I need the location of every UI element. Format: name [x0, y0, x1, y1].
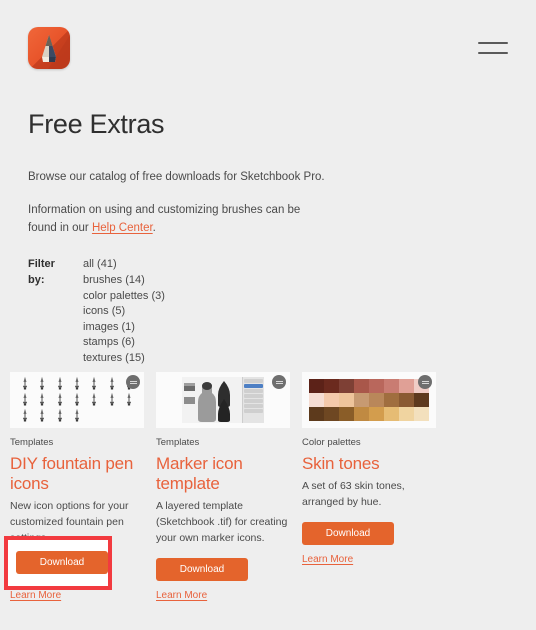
nib-icon	[21, 408, 29, 428]
palette-swatch	[369, 379, 384, 393]
extras-card: Templates Marker icon template A layered…	[156, 372, 290, 603]
menu-bar-top	[478, 41, 508, 44]
card-category: Templates	[10, 437, 54, 448]
palette-swatch	[399, 379, 414, 393]
extras-card-grid: Templates DIY fountain pen icons New ico…	[0, 372, 536, 603]
platform-badge-icon	[126, 375, 140, 389]
intro-paragraph-2: Information on using and customizing bru…	[28, 202, 328, 237]
platform-badge-icon	[272, 375, 286, 389]
sketchbook-pencil-logo-icon[interactable]	[28, 26, 70, 69]
palette-swatch	[339, 379, 354, 393]
card-title[interactable]: Skin tones	[302, 454, 436, 474]
learn-more-link[interactable]: Learn More	[156, 590, 207, 601]
palette-swatch	[369, 407, 384, 421]
menu-bar-bottom	[478, 51, 508, 54]
palette-swatch	[354, 407, 369, 421]
download-button[interactable]: Download	[302, 521, 394, 545]
palette-swatch	[414, 393, 429, 407]
palette-swatch	[309, 393, 324, 407]
card-description: A layered template (Sketchbook .tif) for…	[156, 500, 288, 544]
card-title[interactable]: DIY fountain pen icons	[10, 454, 144, 494]
filter-option-images[interactable]: images (1)	[83, 320, 165, 336]
learn-more-link[interactable]: Learn More	[10, 590, 61, 601]
card-title[interactable]: Marker icon template	[156, 454, 290, 494]
nib-icon	[73, 408, 81, 428]
palette-swatch	[324, 407, 339, 421]
filter-option-color-palettes[interactable]: color palettes (3)	[83, 289, 165, 305]
card-thumbnail-fountain-pen-icons[interactable]	[10, 372, 144, 428]
nib-icon	[56, 408, 64, 428]
palette-swatch	[324, 393, 339, 407]
intro-paragraph-1: Browse our catalog of free downloads for…	[28, 171, 325, 183]
card-description: A set of 63 skin tones, arranged by hue.	[302, 480, 405, 509]
palette-swatch	[309, 379, 324, 393]
help-center-link[interactable]: Help Center	[92, 222, 153, 234]
nib-icon	[38, 408, 46, 428]
fountain-pen-nib-grid-icon	[10, 372, 144, 428]
card-description: New icon options for your customized fou…	[10, 500, 129, 544]
palette-swatch	[339, 407, 354, 421]
hamburger-menu-icon[interactable]	[478, 39, 508, 57]
palette-swatch	[384, 379, 399, 393]
filter-option-brushes[interactable]: brushes (14)	[83, 273, 165, 289]
nib-icon	[90, 392, 98, 412]
page-title: Free Extras	[28, 109, 165, 139]
filter-option-icons[interactable]: icons (5)	[83, 304, 165, 320]
download-button[interactable]: Download	[156, 557, 248, 581]
nib-icon	[108, 392, 116, 412]
intro-section: Free Extras Browse our catalog of free d…	[0, 95, 536, 237]
card-thumbnail-skin-tones[interactable]	[302, 372, 436, 428]
intro-paragraph-2-prefix: Information on using and customizing bru…	[28, 204, 301, 234]
extras-card: Color palettes Skin tones A set of 63 sk…	[302, 372, 436, 603]
intro-paragraph-2-suffix: .	[152, 221, 156, 234]
card-thumbnail-marker-icon-template[interactable]	[156, 372, 290, 428]
palette-swatch	[354, 393, 369, 407]
filter-section: Filter by: all (41) brushes (14) color p…	[0, 237, 536, 366]
palette-swatch	[384, 407, 399, 421]
palette-swatch	[369, 393, 384, 407]
download-button[interactable]: Download	[10, 557, 102, 581]
palette-swatch	[354, 379, 369, 393]
marker-shapes-layers-panel-icon	[156, 372, 290, 428]
extras-card: Templates DIY fountain pen icons New ico…	[10, 372, 144, 603]
nib-icon	[125, 392, 133, 412]
filter-option-all[interactable]: all (41)	[83, 257, 165, 273]
learn-more-link[interactable]: Learn More	[302, 554, 353, 565]
palette-swatch	[309, 407, 324, 421]
platform-badge-icon	[418, 375, 432, 389]
palette-swatch	[399, 407, 414, 421]
card-category: Templates	[156, 437, 200, 448]
card-category: Color palettes	[302, 437, 361, 448]
palette-swatch	[399, 393, 414, 407]
filter-option-textures[interactable]: textures (15)	[83, 351, 165, 367]
filter-option-stamps[interactable]: stamps (6)	[83, 335, 165, 351]
site-header	[0, 0, 536, 95]
palette-swatch	[414, 407, 429, 421]
skin-tone-swatch-grid-icon	[302, 372, 436, 428]
palette-swatch	[324, 379, 339, 393]
filter-label: Filter by:	[28, 258, 55, 287]
filter-option-list: all (41) brushes (14) color palettes (3)…	[83, 257, 165, 366]
palette-swatch	[384, 393, 399, 407]
palette-swatch	[339, 393, 354, 407]
